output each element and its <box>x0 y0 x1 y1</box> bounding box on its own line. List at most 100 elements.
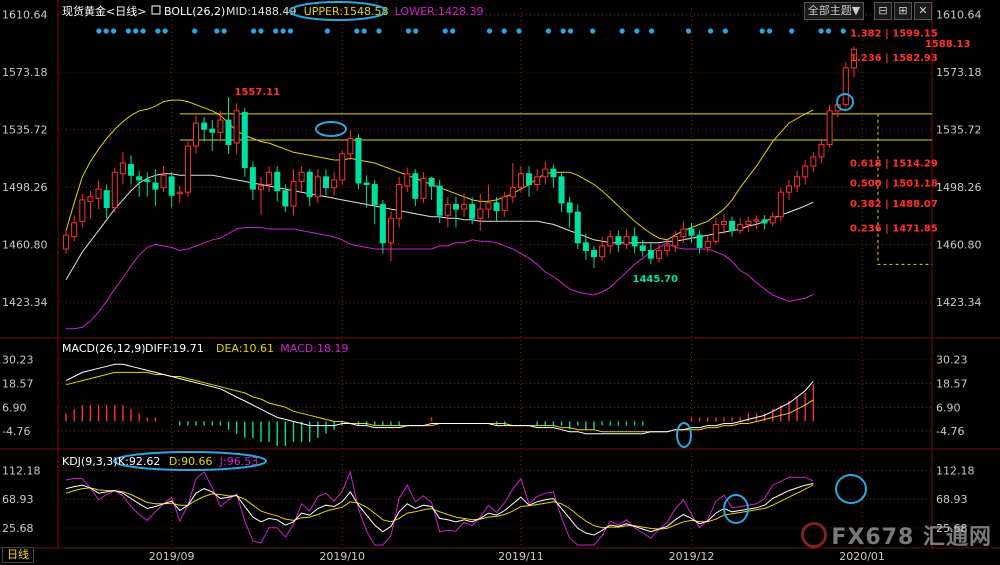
candle-body <box>501 196 508 212</box>
candle-body <box>363 182 370 186</box>
candle-body <box>193 122 200 147</box>
chart-canvas: 1610.64 1610.64 1573.18 1573.18 1535.72 1535.… <box>0 0 1000 563</box>
macd-legend-item: DIFF:19.71 <box>145 342 204 355</box>
candle-body <box>696 234 703 248</box>
candle-body <box>534 176 541 186</box>
signal-dot <box>442 28 448 34</box>
candle-body <box>355 137 362 184</box>
price-panel <box>63 28 932 330</box>
fib-level-label: 0.500 | 1501.18 <box>850 179 938 190</box>
fx678-watermark: FX678 汇通网 <box>801 519 992 551</box>
candle-body <box>87 196 94 202</box>
kdj-legend-item: J:96.53 <box>219 455 258 468</box>
macd-tick-left: 18.57 <box>2 378 34 391</box>
candle-body <box>168 176 175 196</box>
candle-body <box>607 236 614 247</box>
candle-body <box>428 177 435 187</box>
candle-body <box>720 220 727 225</box>
candle-body <box>842 67 849 106</box>
candle-body <box>184 145 191 193</box>
kdj-d-line <box>65 484 814 530</box>
price-tick-right: 1423.34 <box>936 296 982 309</box>
candle-body <box>290 180 297 207</box>
candle-body <box>591 250 598 258</box>
signal-dot <box>649 28 655 34</box>
candle-body <box>436 185 443 216</box>
price-tick-right: 1610.64 <box>936 9 982 22</box>
candle-body <box>794 176 801 187</box>
candle-body <box>566 202 573 213</box>
candle-body <box>241 111 248 169</box>
candle-body <box>558 176 565 204</box>
macd-tick-right: 18.57 <box>936 378 968 391</box>
kdj-tick-left: 68.93 <box>2 493 34 506</box>
candle-body <box>672 236 679 247</box>
candle-body <box>761 219 768 224</box>
candle-body <box>119 162 126 175</box>
kdj-tick-right: 68.93 <box>936 493 968 506</box>
candle-body <box>314 176 321 198</box>
kdj-legend-item: D:90.66 <box>169 455 213 468</box>
macd-legend-item: MACD:18.19 <box>280 342 348 355</box>
candle-body <box>753 219 760 222</box>
candle-body <box>201 122 208 130</box>
candle-body <box>704 240 711 248</box>
candle-body <box>71 222 78 238</box>
candle-body <box>371 184 378 205</box>
panel-minimize-button[interactable]: ⊟ <box>874 2 892 20</box>
candle-body <box>217 119 224 133</box>
signal-dot <box>619 28 625 34</box>
price-tick-right: 1498.26 <box>936 181 982 194</box>
kdj-tick-right: 112.18 <box>936 465 975 478</box>
signal-dot <box>501 28 507 34</box>
labels-layer: 1610.64 1610.64 1573.18 1573.18 1535.72 1535.… <box>2 1 982 563</box>
date-tick-label: 2020/01 <box>839 550 885 563</box>
candle-body <box>655 250 663 259</box>
boll-legend-item: LOWER:1428.39 <box>395 5 484 18</box>
macd-legend-item: DEA:10.61 <box>216 342 274 355</box>
candle-body <box>266 171 273 186</box>
candle-body <box>63 234 70 250</box>
candle-body <box>802 165 809 178</box>
signal-dot <box>273 28 279 34</box>
price-tick-left: 1498.26 <box>2 181 48 194</box>
kdj-legend-item: K:92.62 <box>118 455 160 468</box>
macd-tick-right: 6.90 <box>936 401 961 414</box>
signal-dot <box>96 28 102 34</box>
candle-body <box>777 191 784 218</box>
signal-dot <box>685 28 692 34</box>
price-tick-left: 1460.80 <box>2 239 48 252</box>
signal-dot <box>162 28 168 34</box>
fib-level-label: 1.382 | 1599.15 <box>850 28 938 39</box>
candle-body <box>233 110 240 144</box>
signal-dot <box>759 28 765 34</box>
price-tick-left: 1423.34 <box>2 296 48 309</box>
panel-maximize-button[interactable]: ⊞ <box>894 2 912 20</box>
highlight-circle <box>315 121 347 137</box>
candle-body <box>347 137 354 155</box>
candle-body <box>420 177 427 199</box>
signal-dot <box>110 28 117 34</box>
signal-dot <box>560 28 566 34</box>
price-annotation: 1588.13 <box>925 39 971 50</box>
signal-dot <box>707 28 714 34</box>
highlight-circle <box>835 474 867 504</box>
candle-body <box>737 223 744 232</box>
signal-dot <box>376 28 382 34</box>
period-tab-daily[interactable]: 日线 <box>2 547 34 563</box>
candle-body <box>623 236 630 245</box>
signal-dot <box>840 28 846 34</box>
macd-tick-left: -4.76 <box>2 425 30 438</box>
theme-select-button[interactable]: 全部主题▼ <box>804 2 864 20</box>
signal-dot <box>155 28 161 34</box>
candle-body <box>412 173 419 199</box>
candle-body <box>688 228 695 236</box>
price-tick-right: 1535.72 <box>936 124 982 137</box>
candle-body <box>615 236 622 245</box>
kdj-tick-left: 112.18 <box>2 465 41 478</box>
candle-body <box>79 199 86 222</box>
price-tick-left: 1573.18 <box>2 66 48 79</box>
candle-body <box>160 174 167 189</box>
candle-body <box>396 184 403 219</box>
panel-close-button[interactable]: ✕ <box>914 2 932 20</box>
